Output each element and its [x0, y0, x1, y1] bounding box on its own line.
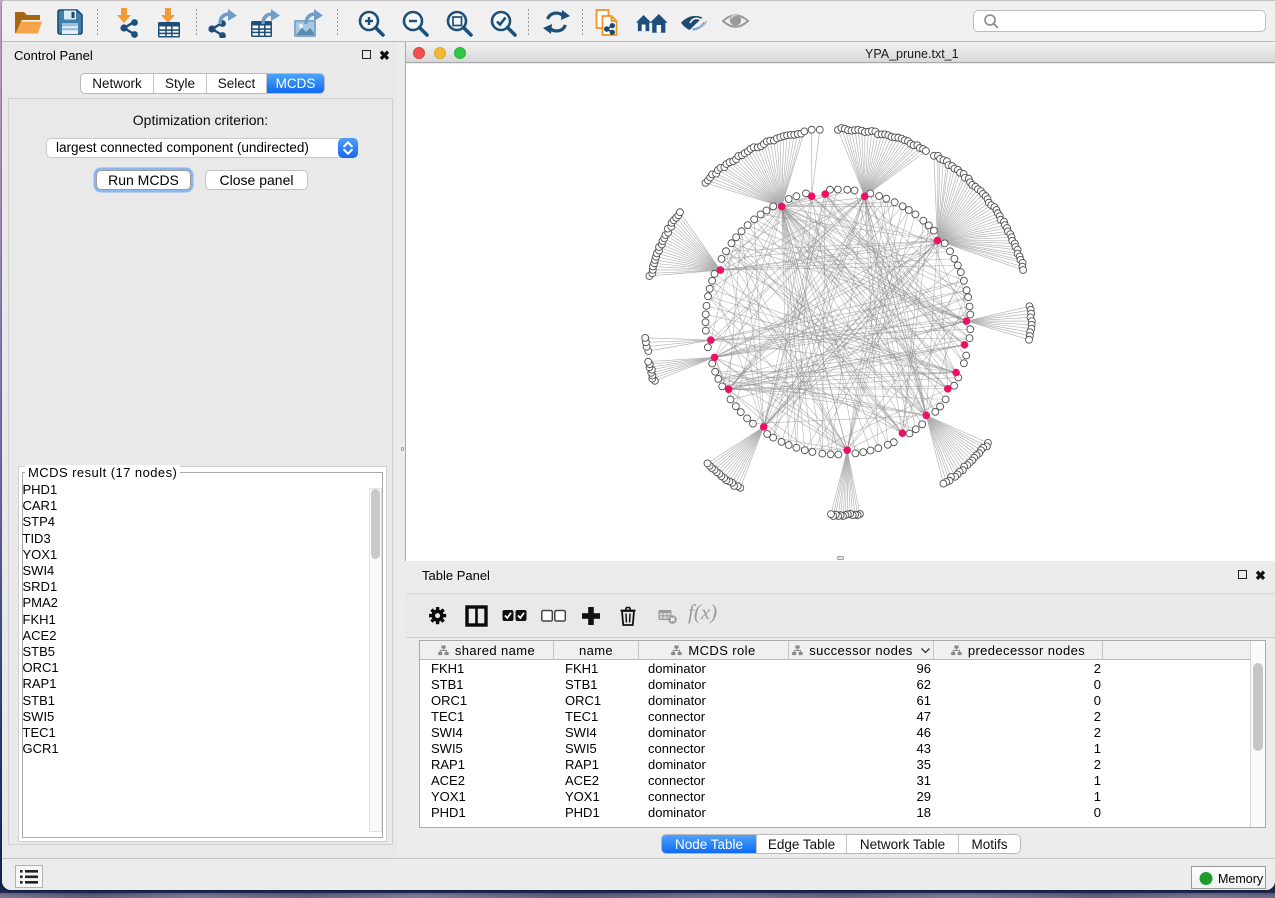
svg-text:Memory: Memory — [1218, 872, 1264, 886]
